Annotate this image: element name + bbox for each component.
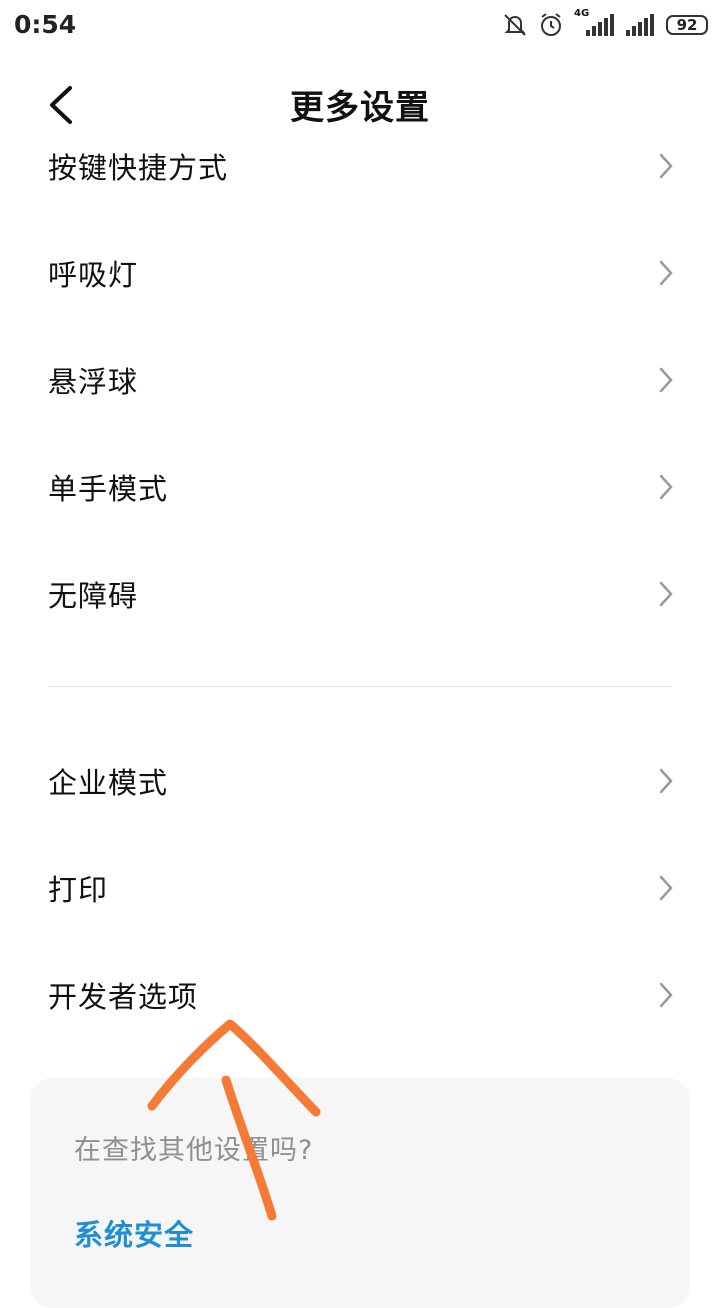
status-time: 0:54 <box>14 10 77 39</box>
list-item-enterprise-mode[interactable]: 企业模式 <box>0 727 720 834</box>
list-item-floating-ball[interactable]: 悬浮球 <box>0 326 720 433</box>
section-divider <box>48 686 672 687</box>
list-item-print[interactable]: 打印 <box>0 834 720 941</box>
chevron-right-icon <box>659 875 673 900</box>
alarm-icon <box>541 13 561 36</box>
list-item-key-shortcuts[interactable]: 按键快捷方式 <box>0 112 720 219</box>
chevron-right-icon <box>659 474 673 499</box>
chevron-right-icon <box>659 367 673 392</box>
suggestion-title: 在查找其他设置吗? <box>74 1135 314 1166</box>
list-item-label: 单手模式 <box>48 471 169 506</box>
list-item-one-hand-mode[interactable]: 单手模式 <box>0 433 720 540</box>
chevron-right-icon <box>659 260 673 285</box>
signal-icon <box>626 14 654 36</box>
suggestion-card: 在查找其他设置吗? 系统安全 <box>30 1078 690 1308</box>
suggestion-link-system-security[interactable]: 系统安全 <box>74 1212 194 1254</box>
battery-level: 92 <box>676 16 698 34</box>
chevron-right-icon <box>659 982 673 1007</box>
list-item-label: 悬浮球 <box>48 364 139 399</box>
list-item-label: 呼吸灯 <box>48 257 139 292</box>
mute-icon <box>504 14 526 36</box>
list-item-label: 打印 <box>48 872 109 907</box>
list-item-label: 按键快捷方式 <box>48 150 229 185</box>
network-label: 4G <box>574 8 590 19</box>
list-item-label: 开发者选项 <box>48 979 199 1014</box>
chevron-right-icon <box>659 768 673 793</box>
list-item-label: 企业模式 <box>48 765 169 800</box>
chevron-right-icon <box>659 581 673 606</box>
list-item-accessibility[interactable]: 无障碍 <box>0 540 720 647</box>
chevron-right-icon <box>659 153 673 178</box>
list-item-developer-options[interactable]: 开发者选项 <box>0 941 720 1048</box>
signal-4g-icon: 4G <box>574 8 616 38</box>
status-icons: 4G 92 <box>502 8 708 40</box>
list-item-breathing-light[interactable]: 呼吸灯 <box>0 219 720 326</box>
battery-icon: 92 <box>666 15 708 35</box>
list-item-label: 无障碍 <box>48 578 139 613</box>
status-bar: 0:54 4G 92 <box>0 0 720 52</box>
